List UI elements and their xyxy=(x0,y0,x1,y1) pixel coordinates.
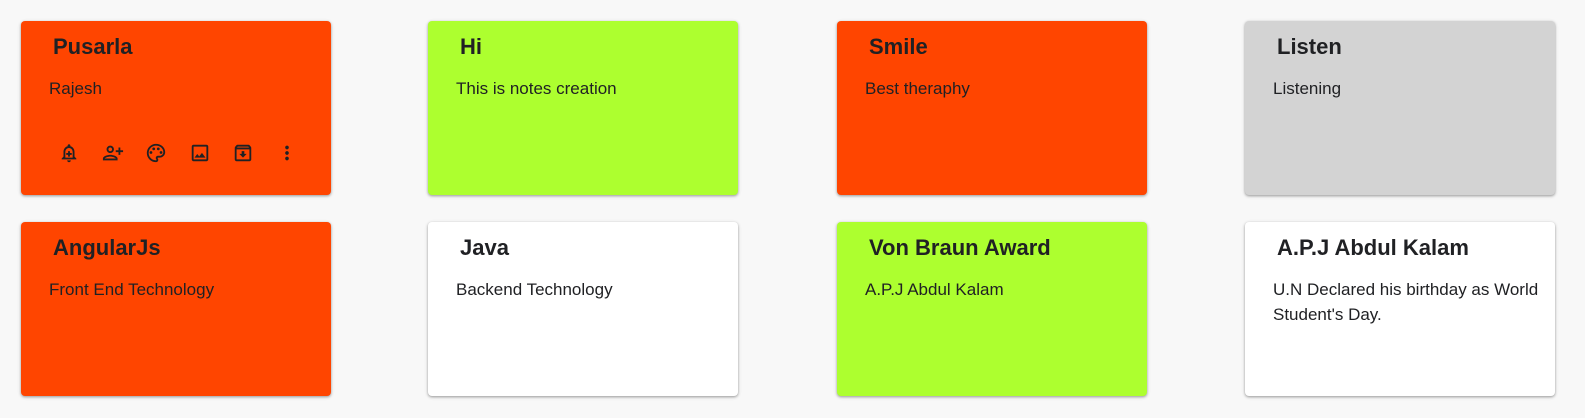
notes-grid: Pusarla Rajesh Hi This is notes creation… xyxy=(0,0,1585,418)
add-collaborator-button[interactable] xyxy=(99,139,127,167)
note-card-apj-abdul-kalam[interactable]: A.P.J Abdul Kalam U.N Declared his birth… xyxy=(1245,222,1555,396)
archive-button[interactable] xyxy=(229,139,257,167)
add-reminder-button[interactable] xyxy=(55,139,83,167)
note-card-listen[interactable]: Listen Listening xyxy=(1245,21,1555,195)
more-options-icon xyxy=(284,145,289,161)
note-title: Listen xyxy=(1277,34,1342,59)
note-title: A.P.J Abdul Kalam xyxy=(1277,235,1469,260)
note-title: Hi xyxy=(460,34,482,59)
note-title: Smile xyxy=(869,34,928,59)
archive-icon xyxy=(234,144,252,162)
note-body: Best theraphy xyxy=(865,79,970,98)
note-card-smile[interactable]: Smile Best theraphy xyxy=(837,21,1147,195)
note-body: U.N Declared his birthday as World Stude… xyxy=(1273,280,1539,324)
palette-icon xyxy=(146,143,166,163)
note-title: Java xyxy=(460,235,509,260)
note-card-hi[interactable]: Hi This is notes creation xyxy=(428,21,738,195)
note-card-von-braun-award[interactable]: Von Braun Award A.P.J Abdul Kalam xyxy=(837,222,1147,396)
note-title: Pusarla xyxy=(53,34,133,59)
note-card-pusarla[interactable]: Pusarla Rajesh xyxy=(21,21,331,195)
add-reminder-icon xyxy=(61,144,77,163)
more-options-button[interactable] xyxy=(273,139,301,167)
note-body: A.P.J Abdul Kalam xyxy=(865,280,1004,299)
note-body: This is notes creation xyxy=(456,79,617,98)
add-image-button[interactable] xyxy=(186,139,214,167)
change-color-button[interactable] xyxy=(142,139,170,167)
add-image-icon xyxy=(191,144,208,162)
note-card-angularjs[interactable]: AngularJs Front End Technology xyxy=(21,222,331,396)
add-collaborator-icon xyxy=(102,145,123,161)
note-body: Rajesh xyxy=(49,79,102,98)
note-body: Backend Technology xyxy=(456,280,613,299)
note-card-java[interactable]: Java Backend Technology xyxy=(428,222,738,396)
note-body: Listening xyxy=(1273,79,1342,98)
note-body: Front End Technology xyxy=(49,280,215,299)
note-title: AngularJs xyxy=(53,235,161,260)
note-toolbar xyxy=(55,139,316,167)
note-title: Von Braun Award xyxy=(869,235,1051,260)
